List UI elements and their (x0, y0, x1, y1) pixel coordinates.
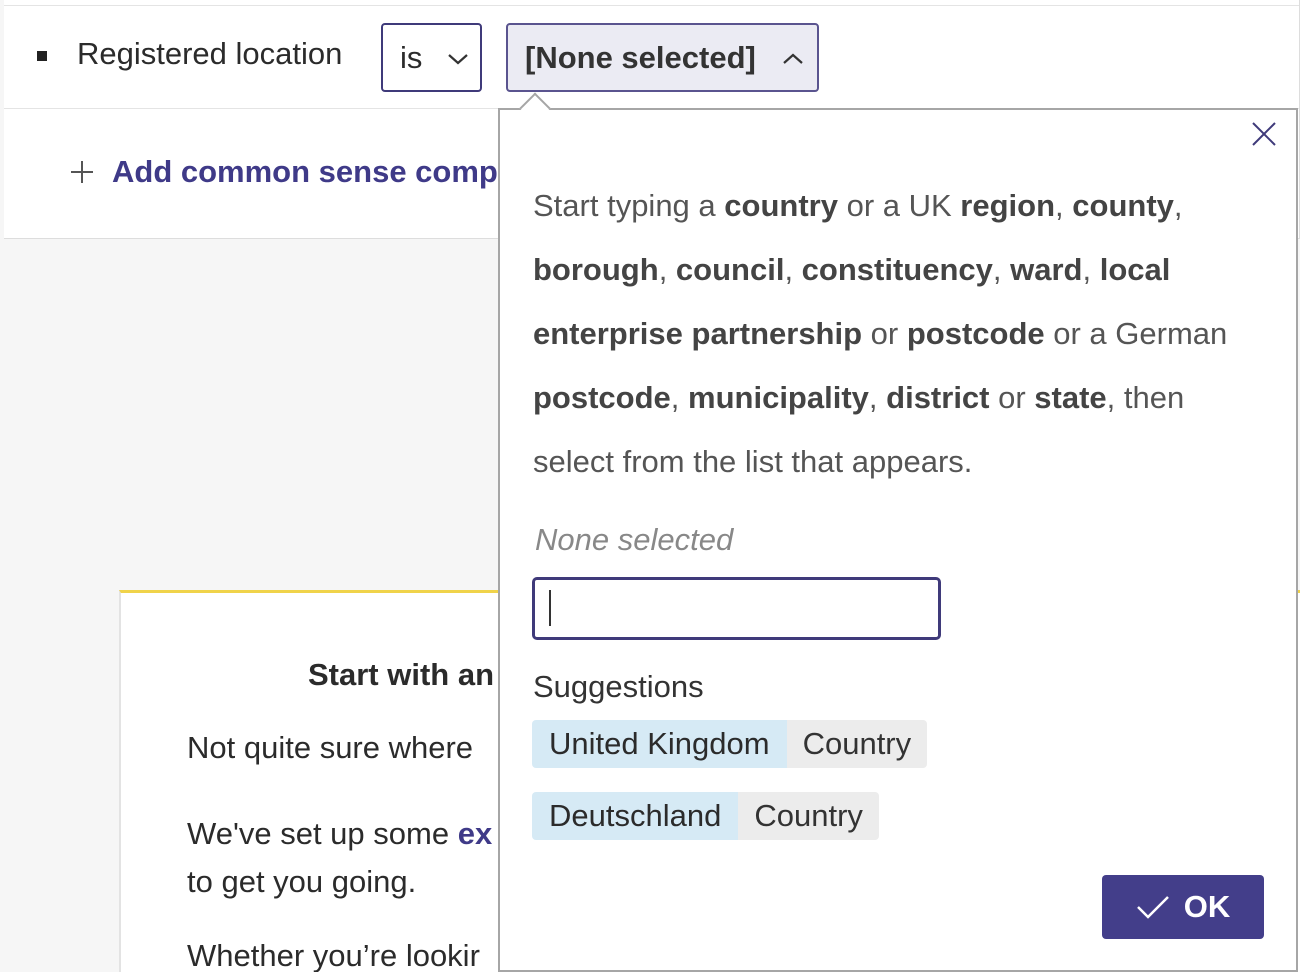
help-segment: municipality (688, 380, 869, 415)
location-value-text: [None selected] (525, 40, 756, 75)
suggestion-deutschland[interactable]: Deutschland Country (532, 792, 879, 840)
help-segment: , (1173, 188, 1183, 223)
info-paragraph-2: We've set up some ex to get you going. (187, 810, 492, 906)
info-title: Start with an (308, 657, 495, 692)
text-caret (549, 590, 551, 626)
add-filter-label: Add common sense compa (112, 154, 516, 189)
help-segment: , (992, 252, 1011, 287)
help-segment: constituency (801, 252, 993, 287)
help-segment: country (724, 188, 838, 223)
suggestion-name: Deutschland (532, 792, 739, 840)
help-segment: , (1082, 252, 1100, 287)
operator-value: is (400, 40, 423, 75)
help-segment: region (960, 188, 1056, 223)
help-segment: or a UK (837, 188, 961, 223)
help-segment: , (670, 380, 689, 415)
help-segment: ward (1010, 252, 1083, 287)
ok-label: OK (1183, 889, 1231, 924)
check-icon (1136, 896, 1169, 919)
bullet-marker (37, 51, 47, 61)
help-segment: , (868, 380, 887, 415)
help-segment: county (1072, 188, 1174, 223)
card-divider-top (4, 5, 1299, 6)
close-icon[interactable] (1250, 120, 1278, 148)
popover-help-text: Start typing a country or a UK region, c… (533, 174, 1273, 494)
location-search-input[interactable] (532, 577, 941, 640)
help-segment: , (784, 252, 802, 287)
help-segment: district (886, 380, 990, 415)
help-segment: state (1034, 380, 1107, 415)
none-selected-text: None selected (535, 522, 734, 557)
suggestions-label: Suggestions (533, 669, 704, 704)
add-filter-link[interactable]: Add common sense compa (70, 154, 515, 190)
info-p2-text: We've set up some (187, 816, 450, 851)
suggestion-type: Country (738, 792, 879, 840)
suggestion-name: United Kingdom (532, 720, 787, 768)
help-segment: , (658, 252, 676, 287)
help-segment: council (675, 252, 785, 287)
ok-button[interactable]: OK (1102, 875, 1264, 939)
help-segment: or (862, 316, 907, 351)
suggestion-united-kingdom[interactable]: United Kingdom Country (532, 720, 928, 768)
help-segment: or (989, 380, 1035, 415)
info-p2-line2: to get you going. (187, 864, 417, 899)
chevron-up-icon (783, 53, 803, 64)
chevron-down-icon (448, 54, 468, 65)
operator-select[interactable]: is (381, 23, 482, 92)
location-value-button[interactable]: [None selected] (506, 23, 819, 92)
help-segment: postcode (533, 380, 671, 415)
help-segment: , (1055, 188, 1073, 223)
help-segment: or a German (1044, 316, 1228, 351)
help-segment: Start typing a (533, 188, 725, 223)
plus-icon (71, 161, 93, 183)
info-paragraph-3: Whether you’re lookir (187, 938, 480, 972)
suggestion-type: Country (786, 720, 928, 768)
help-segment: borough (533, 252, 659, 287)
filter-label: Registered location (77, 36, 343, 71)
examples-link[interactable]: ex (458, 816, 492, 851)
info-paragraph-1: Not quite sure where (187, 730, 474, 765)
help-segment: postcode (906, 316, 1045, 351)
